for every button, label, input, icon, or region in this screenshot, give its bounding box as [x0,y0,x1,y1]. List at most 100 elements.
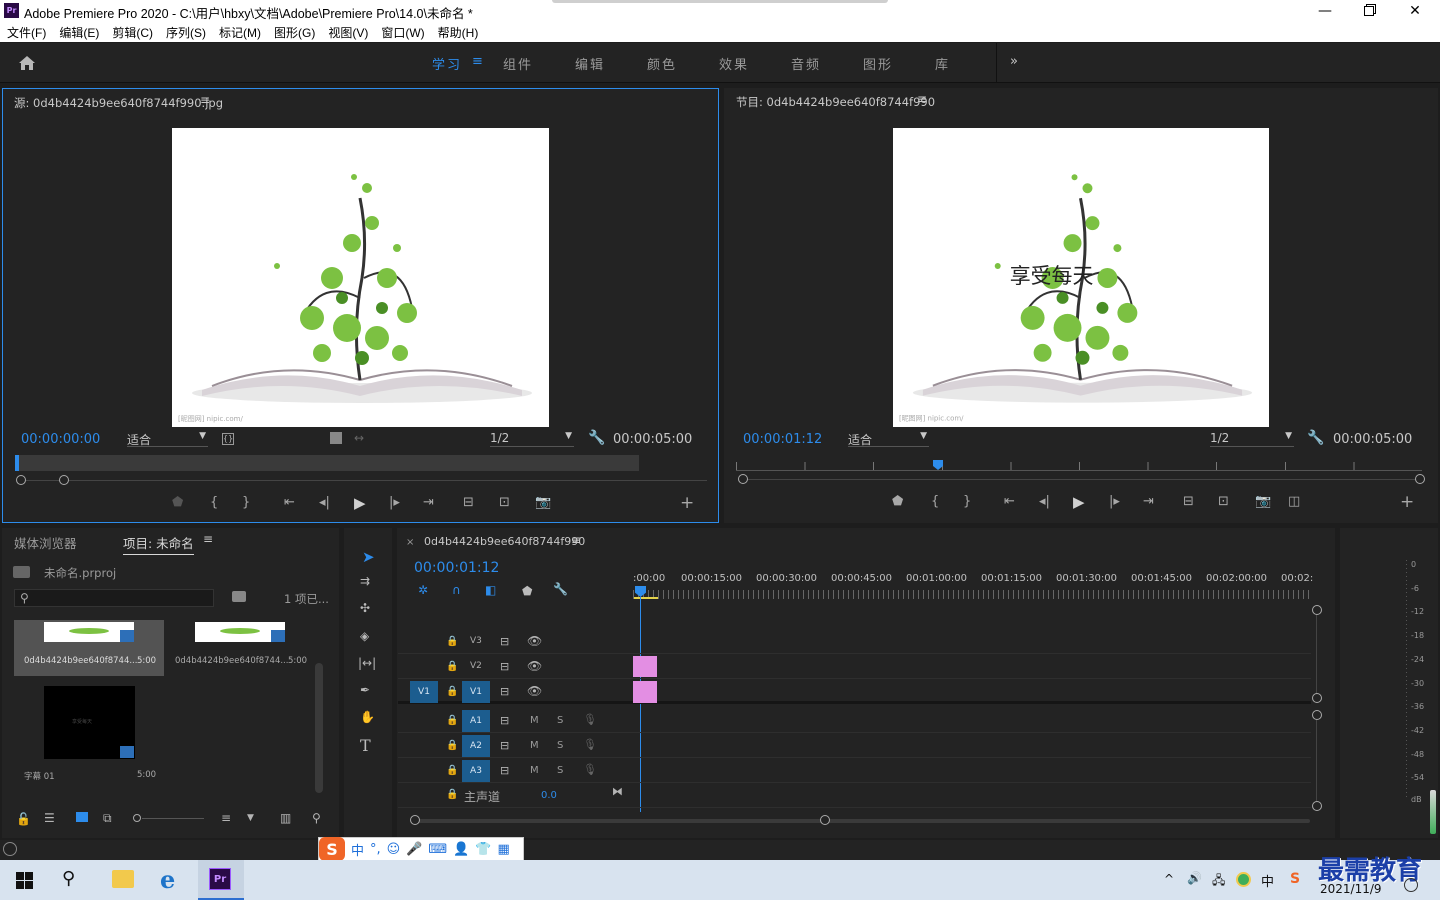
security-tray-icon[interactable] [1236,872,1251,887]
workspace-tab-learn[interactable]: 学习 [432,54,462,73]
nest-toggle-icon[interactable]: ✲ [418,583,428,597]
toolbox-icon[interactable]: ▦ [498,842,510,857]
source-zoom-start-handle[interactable] [16,475,26,485]
sync-lock-icon[interactable]: ⊟ [500,685,509,698]
go-to-out-icon[interactable]: ⇥ [1143,494,1154,509]
sync-lock-icon[interactable]: ⊟ [500,714,509,727]
program-zoom-track[interactable] [742,479,1420,480]
play-icon[interactable]: ▶ [354,494,366,512]
image-clip-v1[interactable] [633,681,657,703]
video-scroll-bottom-handle[interactable] [1312,693,1322,703]
chevron-down-icon[interactable]: ▼ [247,813,254,823]
program-resolution-dropdown[interactable]: 1/2 ▼ [1210,431,1294,447]
program-panel-menu-icon[interactable]: ≡ [917,92,927,106]
go-to-out-icon[interactable]: ⇥ [423,495,434,510]
ripple-edit-tool-icon[interactable]: ✣ [360,601,370,615]
project-item[interactable]: 0d4b4424b9ee640f8744... 5:00 [165,620,315,676]
program-fit-dropdown[interactable]: 适合 ▼ [848,431,929,447]
microphone-icon[interactable]: 🎙 [583,713,597,726]
voice-icon[interactable]: 🎤 [406,842,422,857]
workspace-overflow-icon[interactable]: » [1010,54,1020,69]
track-target-a1[interactable]: A1 [462,710,490,732]
solo-button[interactable]: S [557,715,563,726]
timeline-settings-icon[interactable]: 🔧 [553,582,568,596]
windows-start-icon[interactable] [16,872,33,889]
workspace-tab-libraries[interactable]: 库 [935,54,950,73]
razor-tool-icon[interactable]: ◈ [360,629,369,643]
sync-lock-icon[interactable]: ⊟ [500,635,509,648]
audio-scroll-top-handle[interactable] [1312,710,1322,720]
eye-icon[interactable]: 👁 [527,684,542,698]
mark-out-icon[interactable]: } [963,494,971,509]
track-lock-icon[interactable]: 🔒 [446,740,458,751]
workspace-tab-color[interactable]: 颜色 [647,54,677,73]
track-lock-icon[interactable]: 🔒 [446,686,458,697]
new-bin-from-search-icon[interactable] [232,591,246,602]
search-icon[interactable]: ⚲ [62,868,75,889]
sogou-tray-icon[interactable]: S [1287,871,1303,887]
workspace-tab-graphics[interactable]: 图形 [863,54,893,73]
timeline-timecode[interactable]: 00:00:01:12 [414,560,499,576]
minimize-button[interactable]: — [1302,0,1348,22]
project-scrollbar[interactable] [315,663,323,793]
wrench-icon[interactable]: 🔧 [588,430,605,446]
close-button[interactable]: ✕ [1392,0,1438,22]
timeline-ruler[interactable]: :00:00 00:00:15:00 00:00:30:00 00:00:45:… [633,573,1313,587]
work-area-bar[interactable] [634,597,658,599]
menu-marker[interactable]: 标记(M) [219,24,261,41]
source-zoom-track[interactable] [21,480,707,481]
sync-lock-icon[interactable]: ⊟ [500,660,509,673]
mute-button[interactable]: M [530,765,539,776]
source-playhead[interactable] [15,455,19,471]
title-clip-v2[interactable] [633,656,657,677]
source-monitor-title[interactable]: 源: 0d4b4424b9ee640f8744f990.jpg [14,95,223,111]
timeline-zoom-end-handle[interactable] [820,815,830,825]
tray-chevron-icon[interactable]: ^ [1164,872,1174,886]
lift-icon[interactable]: ⊟ [1183,494,1194,509]
home-button[interactable] [18,55,36,74]
source-zoom-end-handle[interactable] [59,475,69,485]
keyboard-icon[interactable]: ⌨ [428,842,447,857]
workspace-tab-audio[interactable]: 音频 [791,54,821,73]
add-marker-icon[interactable]: ⬟ [522,584,532,598]
project-panel-menu-icon[interactable]: ≡ [203,532,213,546]
track-lock-icon[interactable]: 🔒 [446,661,458,672]
wrench-icon[interactable]: 🔧 [1307,430,1324,446]
workspace-menu-icon[interactable]: ≡ [472,54,485,69]
mark-out-icon[interactable]: } [242,495,250,510]
restore-button[interactable] [1346,0,1392,22]
program-zoom-end-handle[interactable] [1415,474,1425,484]
drag-video-icon[interactable]: ↔ [354,431,364,445]
program-time-ruler[interactable] [736,470,1422,471]
go-to-in-icon[interactable]: ⇤ [1004,494,1015,509]
taskbar-premiere-active[interactable]: Pr [198,860,244,900]
menu-clip[interactable]: 剪辑(C) [112,24,153,41]
media-browser-tab[interactable]: 媒体浏览器 [14,533,77,552]
ime-toolbar[interactable]: S 中 °, ☺ 🎤 ⌨ 👤 👕 ▦ [318,837,524,861]
notification-icon[interactable] [1404,878,1418,892]
insert-icon[interactable]: ⊟ [463,495,474,510]
source-panel-menu-icon[interactable]: ≡ [200,93,210,107]
source-fit-dropdown[interactable]: 适合 ▼ [127,431,208,447]
file-explorer-icon[interactable] [112,870,134,888]
timeline-zoom-start-handle[interactable] [410,815,420,825]
step-back-icon[interactable]: ◂| [1039,494,1050,509]
freeform-view-icon[interactable]: ⧉ [103,811,112,826]
slip-tool-icon[interactable]: |↔| [358,656,376,670]
master-volume-value[interactable]: 0.0 [541,790,557,801]
sync-lock-icon[interactable]: ⊟ [500,739,509,752]
insert-edit-icon[interactable]: {} [222,433,234,445]
automate-to-sequence-icon[interactable]: ▥ [280,811,291,825]
project-tab[interactable]: 项目: 未命名 [123,533,194,555]
ime-mode[interactable]: 中 [351,840,364,859]
menu-graphics[interactable]: 图形(G) [274,24,315,41]
edge-browser-icon[interactable]: e [160,865,175,894]
network-icon[interactable]: 🖧 [1212,871,1225,892]
program-zoom-start-handle[interactable] [738,474,748,484]
list-view-icon[interactable]: ☰ [44,811,55,825]
safe-margin-icon[interactable] [330,432,342,444]
type-tool-icon[interactable]: T [360,736,371,755]
icon-view-icon[interactable] [76,812,88,822]
video-scroll-top-handle[interactable] [1312,605,1322,615]
mark-in-icon[interactable]: { [210,495,218,510]
